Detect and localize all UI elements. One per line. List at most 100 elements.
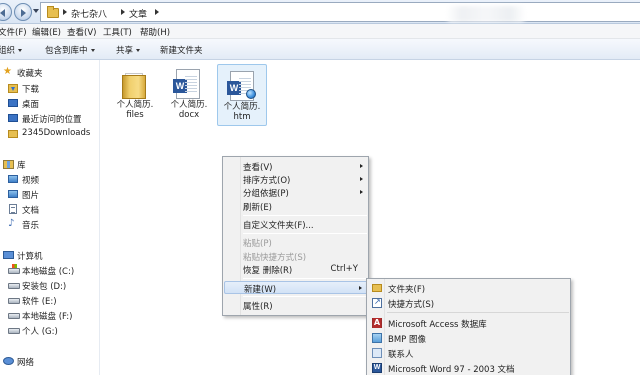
menu-item-view[interactable]: 查看(V): [224, 160, 368, 173]
menu-item-new[interactable]: 新建(W): [224, 281, 368, 295]
word-icon: W: [372, 363, 382, 373]
nav-computer-label: 计算机: [17, 252, 43, 262]
drive-icon: [8, 328, 20, 334]
nav-item-label: 个人 (G:): [22, 327, 58, 337]
nav-item-label: 安装包 (D:): [22, 282, 67, 292]
back-button[interactable]: [0, 3, 12, 21]
documents-icon: [9, 204, 17, 214]
forward-button[interactable]: [14, 3, 32, 21]
menu-item-undo-delete[interactable]: 恢复 删除(R) Ctrl+Y: [224, 263, 368, 276]
share-button[interactable]: 共享: [116, 44, 141, 56]
videos-icon: [8, 175, 18, 183]
menu-separator: [243, 215, 367, 216]
new-bmp-image-item[interactable]: BMP 图像: [368, 331, 570, 345]
breadcrumb-item[interactable]: 杂七杂八: [71, 7, 107, 20]
nav-item-label: 本地磁盘 (C:): [22, 267, 75, 277]
library-icon: [3, 160, 14, 169]
nav-item-label: 最近访问的位置: [22, 115, 82, 125]
recent-pages-dropdown-icon[interactable]: [33, 9, 39, 13]
nav-item-label: 视频: [22, 176, 40, 186]
nav-item-label: 音乐: [22, 221, 40, 231]
new-submenu: 文件夹(F) 快捷方式(S) Microsoft Access 数据库 BMP …: [366, 278, 571, 375]
word-document-icon: W: [173, 69, 200, 99]
file-name: 个人简历. docx: [170, 100, 208, 120]
menu-item-properties[interactable]: 属性(R): [224, 299, 368, 312]
organize-label: 组织: [0, 46, 16, 56]
shortcut-icon: [372, 297, 382, 308]
nav-item-label: 2345Downloads: [22, 128, 91, 138]
downloads-folder-icon: [8, 84, 18, 93]
music-icon: ♪: [8, 218, 15, 229]
submenu-arrow-icon: [360, 177, 363, 181]
menu-item-customize-folder[interactable]: 自定义文件夹(F)...: [224, 218, 368, 231]
folder-icon: [122, 73, 146, 99]
command-bar: 组织 包含到库中 共享 新建文件夹: [0, 39, 640, 60]
computer-icon: [3, 251, 14, 259]
drive-icon: [8, 283, 20, 289]
new-access-database-item[interactable]: Microsoft Access 数据库: [368, 316, 570, 330]
include-in-library-button[interactable]: 包含到库中: [45, 44, 95, 56]
submenu-arrow-icon: [360, 164, 363, 168]
pictures-icon: [8, 190, 18, 198]
file-item-folder[interactable]: 个人简历. files: [110, 63, 160, 125]
menu-edit[interactable]: 编辑(E): [32, 26, 61, 38]
new-shortcut-item[interactable]: 快捷方式(S): [368, 296, 570, 310]
file-item-docx[interactable]: W 个人简历. docx: [164, 63, 214, 125]
chevron-right-icon[interactable]: [155, 9, 159, 15]
menu-item-refresh[interactable]: 刷新(E): [224, 200, 368, 213]
nav-item-label: 本地磁盘 (F:): [22, 312, 73, 322]
address-input[interactable]: 杂七杂八 文章: [40, 2, 640, 22]
file-item-htm[interactable]: W 个人简历. htm: [217, 64, 267, 126]
blurred-region: [446, 6, 526, 22]
desktop-icon: [8, 99, 18, 107]
access-icon: [372, 318, 382, 328]
nav-item-label: 图片: [22, 191, 40, 201]
new-word-97-2003-item[interactable]: W Microsoft Word 97 - 2003 文档: [368, 361, 570, 375]
network-icon: [3, 357, 14, 365]
menu-view[interactable]: 查看(V): [67, 26, 96, 38]
chevron-right-icon[interactable]: [63, 9, 67, 15]
nav-network-label: 网络: [17, 358, 35, 368]
globe-icon: [246, 89, 256, 99]
image-icon: [372, 333, 382, 343]
new-folder-button[interactable]: 新建文件夹: [160, 44, 203, 56]
menu-separator: [387, 312, 569, 313]
drive-icon: [8, 313, 20, 319]
menu-separator: [243, 233, 367, 234]
nav-item-label: 下载: [22, 85, 40, 95]
recent-places-icon: [8, 114, 18, 122]
nav-item-label: 文档: [22, 206, 40, 216]
chevron-right-icon[interactable]: [121, 9, 125, 15]
menu-item-paste[interactable]: 粘贴(P): [224, 236, 368, 249]
system-drive-icon: [8, 264, 20, 274]
drive-icon: [8, 298, 20, 304]
word-html-document-icon: W: [227, 71, 256, 101]
chevron-down-icon: [136, 49, 141, 52]
menu-tools[interactable]: 工具(T): [103, 26, 132, 38]
menu-file[interactable]: 文件(F): [0, 26, 27, 38]
star-icon: ★: [3, 66, 12, 77]
menu-item-sort-by[interactable]: 排序方式(O): [224, 173, 368, 186]
breadcrumb-item[interactable]: 文章: [129, 7, 147, 20]
organize-button[interactable]: 组织: [0, 44, 23, 56]
chevron-down-icon: [90, 49, 95, 52]
new-contact-item[interactable]: 联系人: [368, 346, 570, 360]
shortcut-label: Ctrl+Y: [330, 264, 358, 274]
chevron-down-icon: [18, 49, 23, 52]
include-in-library-label: 包含到库中: [45, 46, 88, 56]
context-menu: 查看(V) 排序方式(O) 分组依据(P) 刷新(E) 自定义文件夹(F)...…: [222, 156, 369, 316]
menu-separator: [243, 296, 367, 297]
submenu-arrow-icon: [360, 190, 363, 194]
menu-help[interactable]: 帮助(H): [140, 26, 170, 38]
file-name: 个人简历. files: [116, 100, 154, 120]
nav-favorites-label: 收藏夹: [17, 69, 43, 79]
file-name: 个人简历. htm: [223, 102, 261, 122]
new-folder-item[interactable]: 文件夹(F): [368, 281, 570, 295]
menu-item-group-by[interactable]: 分组依据(P): [224, 186, 368, 199]
folder-icon: [8, 130, 18, 138]
address-bar: 杂七杂八 文章: [0, 0, 640, 24]
menu-separator: [243, 278, 367, 279]
navigation-pane[interactable]: ★ 收藏夹 下载 桌面 最近访问的位置 2345Downloads 库 视频 图…: [0, 60, 100, 375]
share-label: 共享: [116, 46, 134, 56]
menu-item-paste-shortcut[interactable]: 粘贴快捷方式(S): [224, 250, 368, 263]
